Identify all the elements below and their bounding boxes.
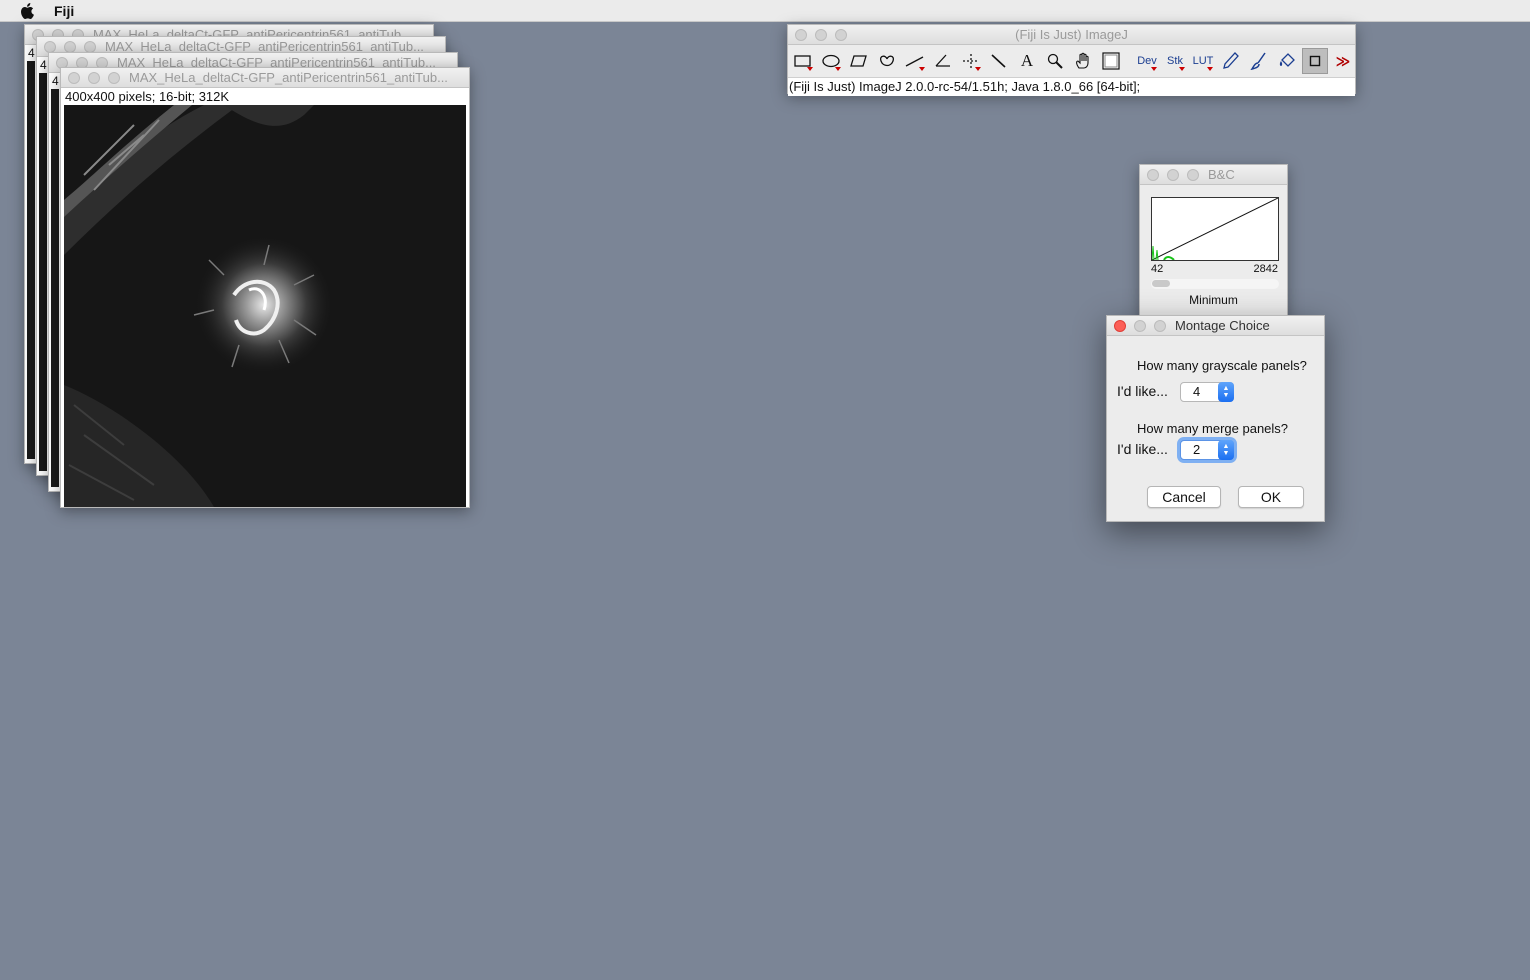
stk-menu-label: Stk [1167, 55, 1183, 67]
minimize-button[interactable] [88, 72, 100, 84]
stepper-arrows-icon[interactable]: ▲ ▼ [1218, 382, 1234, 402]
window-titlebar[interactable]: Montage Choice [1107, 316, 1324, 336]
close-button[interactable] [68, 72, 80, 84]
stepper-arrows-icon[interactable]: ▲ ▼ [1218, 440, 1234, 460]
window-title: B&C [1208, 167, 1235, 182]
slider-thumb[interactable] [1152, 280, 1170, 287]
line-tool-icon[interactable] [902, 48, 928, 74]
text-tool-label: A [1020, 51, 1034, 70]
window-titlebar[interactable]: MAX_HeLa_deltaCt-GFP_antiPericentrin561_… [61, 68, 469, 88]
dev-menu-icon[interactable]: Dev [1134, 48, 1160, 74]
merge-value: 2 [1193, 442, 1201, 457]
ok-button[interactable]: OK [1238, 486, 1304, 508]
hand-tool-icon[interactable] [1070, 48, 1096, 74]
zoom-button[interactable] [108, 72, 120, 84]
grayscale-label: I'd like... [1117, 383, 1168, 399]
grayscale-value: 4 [1193, 384, 1201, 399]
apple-logo-icon[interactable] [20, 2, 36, 20]
display-max-value: 2842 [1253, 263, 1278, 275]
slider-label: Minimum [1189, 293, 1238, 307]
window-titlebar[interactable]: (Fiji Is Just) ImageJ [788, 25, 1355, 45]
oval-select-icon[interactable] [818, 48, 844, 74]
minimize-button[interactable] [1134, 320, 1146, 332]
zoom-button[interactable] [1187, 169, 1199, 181]
image-window-front[interactable]: MAX_HeLa_deltaCt-GFP_antiPericentrin561_… [60, 67, 470, 508]
lut-menu-label: LUT [1192, 55, 1214, 67]
window-titlebar[interactable]: B&C [1140, 165, 1287, 185]
text-tool-icon[interactable]: A [1014, 48, 1040, 74]
imagej-toolbar: A Dev Stk LUT ≫ [788, 46, 1358, 76]
flood-fill-icon[interactable] [1274, 48, 1300, 74]
microscopy-image-canvas[interactable] [64, 105, 466, 507]
lut-menu-icon[interactable]: LUT [1190, 48, 1216, 74]
image-info-fragment: 4 [52, 74, 59, 88]
window-title: MAX_HeLa_deltaCt-GFP_antiPericentrin561_… [129, 70, 448, 85]
brush-icon[interactable] [1246, 48, 1272, 74]
image-canvas-edge [27, 61, 35, 459]
minimize-button[interactable] [1167, 169, 1179, 181]
brightness-contrast-window[interactable]: B&C 42 2842 Minimum [1139, 164, 1288, 320]
window-title: Montage Choice [1175, 318, 1270, 333]
image-canvas-edge [51, 89, 59, 487]
cancel-button[interactable]: Cancel [1147, 486, 1221, 508]
square-tool-icon[interactable] [1302, 48, 1328, 74]
polygon-select-icon[interactable] [846, 48, 872, 74]
merge-label: I'd like... [1117, 441, 1168, 457]
image-info-fragment: 4 [28, 46, 35, 60]
merge-panels-stepper[interactable]: 2 ▲ ▼ [1180, 440, 1234, 460]
close-button[interactable] [1114, 320, 1126, 332]
grayscale-panels-stepper[interactable]: 4 ▲ ▼ [1180, 382, 1234, 402]
status-line: (Fiji Is Just) ImageJ 2.0.0-rc-54/1.51h;… [788, 77, 1355, 96]
display-min-value: 42 [1151, 263, 1164, 275]
histogram-plot [1151, 197, 1279, 261]
merge-question: How many merge panels? [1137, 421, 1289, 436]
image-info-text: 400x400 pixels; 16-bit; 312K [65, 89, 230, 104]
angle-tool-icon[interactable] [930, 48, 956, 74]
zoom-button[interactable] [1154, 320, 1166, 332]
more-tools-label: ≫ [1335, 52, 1351, 69]
stk-menu-icon[interactable]: Stk [1162, 48, 1188, 74]
image-canvas-edge [39, 73, 47, 471]
montage-choice-dialog[interactable]: Montage Choice How many grayscale panels… [1106, 315, 1325, 522]
point-tool-icon[interactable] [958, 48, 984, 74]
grayscale-question: How many grayscale panels? [1137, 358, 1307, 373]
minimum-slider[interactable] [1151, 279, 1279, 289]
freehand-select-icon[interactable] [874, 48, 900, 74]
window-title: (Fiji Is Just) ImageJ [1015, 27, 1128, 42]
app-menu-fiji[interactable]: Fiji [54, 3, 74, 19]
rectangle-select-icon[interactable] [790, 48, 816, 74]
magnifier-icon[interactable] [1042, 48, 1068, 74]
pencil-icon[interactable] [1218, 48, 1244, 74]
image-info-fragment: 4 [40, 58, 47, 72]
close-button[interactable] [1147, 169, 1159, 181]
more-tools-icon[interactable]: ≫ [1330, 48, 1356, 74]
dev-menu-label: Dev [1137, 55, 1157, 67]
wand-tool-icon[interactable] [986, 48, 1012, 74]
color-picker-icon[interactable] [1098, 48, 1124, 74]
menu-bar: Fiji [0, 0, 1530, 22]
imagej-main-window[interactable]: (Fiji Is Just) ImageJ A Dev Stk LUT ≫ (F… [787, 24, 1358, 96]
